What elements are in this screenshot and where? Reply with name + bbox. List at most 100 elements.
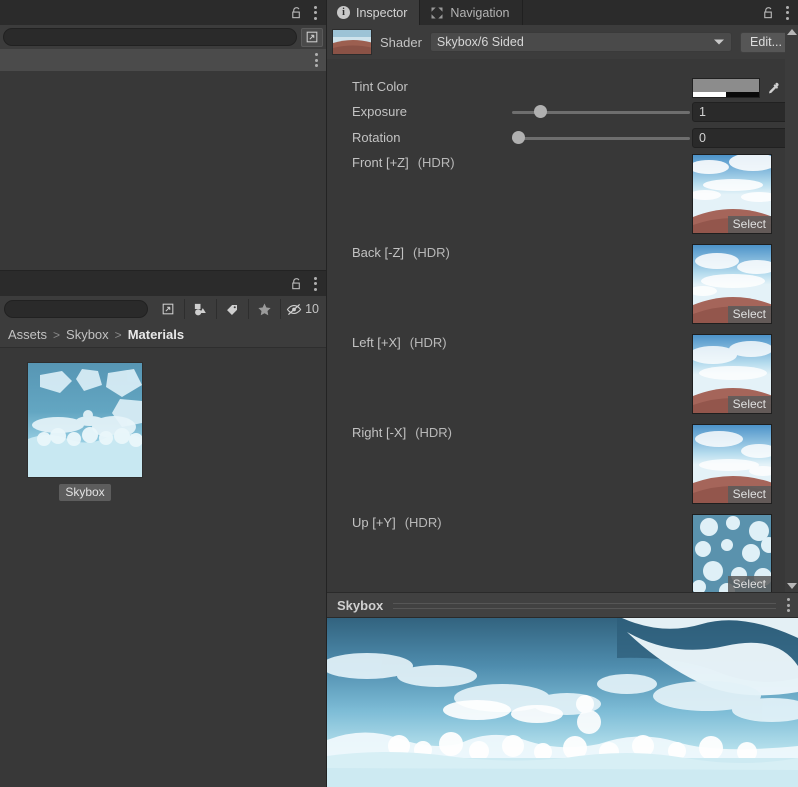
tab-inspector[interactable]: i Inspector (327, 0, 421, 25)
project-tabbar (0, 271, 326, 296)
left-select-button[interactable]: Select (727, 396, 771, 413)
color-main (693, 79, 759, 92)
tab-navigation[interactable]: Navigation (420, 0, 523, 25)
tabbar-spacer (522, 0, 753, 25)
inspector-panel: i Inspector Navigation Shader Skybox/6 S… (327, 0, 798, 592)
property-row-back: Back [-Z] (HDR) Select (327, 244, 785, 324)
front-texture-slot[interactable]: Select (692, 154, 772, 234)
alpha-black (726, 92, 759, 97)
shader-dropdown[interactable]: Skybox/6 Sided (429, 32, 733, 52)
skybox-preview[interactable] (327, 618, 798, 787)
tint-color-swatch[interactable] (692, 78, 760, 98)
property-row-rotation: Rotation 0 (327, 128, 785, 148)
asset-grid: Skybox (0, 348, 326, 787)
eyedropper-icon[interactable] (762, 78, 784, 98)
up-hdr-tag: (HDR) (404, 515, 442, 530)
lock-icon[interactable] (290, 6, 303, 20)
scroll-down-arrow[interactable] (785, 579, 798, 592)
right-texture-slot[interactable]: Select (692, 424, 772, 504)
star-icon[interactable] (248, 299, 281, 319)
rotation-slider[interactable] (512, 129, 690, 147)
shader-label: Shader (380, 34, 422, 50)
kebab-menu-icon[interactable] (785, 5, 789, 21)
hierarchy-search-row (0, 25, 326, 49)
tabbar-spacer (0, 0, 281, 25)
unity-editor-window: 10 Assets > Skybox > Materials Skybox i … (0, 0, 798, 787)
tint-color-label: Tint Color (352, 79, 408, 94)
slider-knob[interactable] (534, 105, 547, 118)
project-search-input[interactable] (4, 300, 149, 318)
front-hdr-tag: (HDR) (417, 155, 455, 170)
breadcrumb-separator: > (114, 327, 122, 342)
chevron-down-icon (786, 582, 797, 589)
shapes-icon[interactable] (184, 299, 217, 319)
subasset-toggle-icon[interactable] (152, 299, 185, 319)
left-texture-label: Left [+X] (HDR) (327, 334, 487, 352)
preview-title: Skybox (337, 597, 384, 613)
up-texture-label: Up [+Y] (HDR) (327, 514, 487, 532)
navigation-icon (430, 6, 444, 20)
inspector-tabbar: i Inspector Navigation (327, 0, 798, 25)
hierarchy-subtoolbar (0, 49, 326, 71)
scroll-up-arrow[interactable] (785, 25, 798, 38)
preview-panel: Skybox (327, 592, 798, 787)
project-browser-panel: 10 Assets > Skybox > Materials Skybox (0, 270, 327, 787)
left-texture-label-text: Left [+X] (352, 335, 401, 350)
up-texture-label-text: Up [+Y] (352, 515, 396, 530)
tag-icon[interactable] (216, 299, 249, 319)
lock-icon[interactable] (762, 6, 775, 20)
preview-header[interactable]: Skybox (327, 592, 798, 618)
material-preview-icon (332, 29, 372, 55)
property-row-up: Up [+Y] (HDR) Select (327, 514, 785, 592)
back-texture-label-text: Back [-Z] (352, 245, 405, 260)
property-row-exposure: Exposure 1 (327, 102, 785, 122)
asset-thumbnail[interactable] (27, 362, 143, 478)
kebab-menu-icon[interactable] (314, 52, 318, 68)
exposure-slider[interactable] (512, 103, 690, 121)
left-texture-slot[interactable]: Select (692, 334, 772, 414)
search-input[interactable] (3, 28, 297, 46)
right-texture-label: Right [-X] (HDR) (327, 424, 487, 442)
property-row-front: Front [+Z] (HDR) Select (327, 154, 785, 234)
up-texture-slot[interactable]: Select (692, 514, 772, 592)
right-texture-label-text: Right [-X] (352, 425, 407, 440)
subasset-toggle-icon[interactable] (301, 27, 323, 47)
left-hdr-tag: (HDR) (409, 335, 447, 350)
shader-row: Shader Skybox/6 Sided Edit... (327, 25, 798, 59)
rotation-input[interactable]: 0 (692, 128, 785, 148)
breadcrumb-item-materials[interactable]: Materials (128, 327, 184, 342)
lock-icon[interactable] (290, 277, 303, 291)
hidden-count-filter[interactable]: 10 (280, 299, 324, 319)
list-item[interactable]: Skybox (26, 362, 144, 501)
breadcrumb-item-assets[interactable]: Assets (8, 327, 47, 342)
right-hdr-tag: (HDR) (415, 425, 453, 440)
breadcrumb-item-skybox[interactable]: Skybox (66, 327, 109, 342)
back-texture-label: Back [-Z] (HDR) (327, 244, 487, 262)
inspector-tab-icons (753, 0, 798, 25)
inspector-properties: Tint Color Exposure 1 Rotation 0 Front [… (327, 59, 785, 592)
hierarchy-panel (0, 0, 327, 270)
right-select-button[interactable]: Select (727, 486, 771, 503)
hierarchy-tabbar (0, 0, 326, 25)
color-alpha-bar (693, 92, 759, 97)
kebab-menu-icon[interactable] (313, 5, 317, 21)
exposure-input[interactable]: 1 (692, 102, 785, 122)
shader-dropdown-value: Skybox/6 Sided (436, 35, 524, 49)
slider-knob[interactable] (512, 131, 525, 144)
chevron-down-icon (714, 39, 725, 45)
preview-drag-handle[interactable] (393, 600, 776, 610)
breadcrumb: Assets > Skybox > Materials (0, 322, 326, 348)
tab-navigation-label: Navigation (450, 5, 510, 20)
inspector-scrollbar[interactable] (785, 25, 798, 592)
hidden-count-label: 10 (305, 302, 319, 316)
kebab-menu-icon[interactable] (786, 597, 790, 613)
front-select-button[interactable]: Select (727, 216, 771, 233)
front-texture-label-text: Front [+Z] (352, 155, 409, 170)
hierarchy-content (0, 71, 326, 270)
breadcrumb-separator: > (53, 327, 61, 342)
back-select-button[interactable]: Select (727, 306, 771, 323)
property-row-right: Right [-X] (HDR) Select (327, 424, 785, 504)
back-texture-slot[interactable]: Select (692, 244, 772, 324)
kebab-menu-icon[interactable] (313, 276, 317, 292)
up-select-button[interactable]: Select (727, 576, 771, 592)
